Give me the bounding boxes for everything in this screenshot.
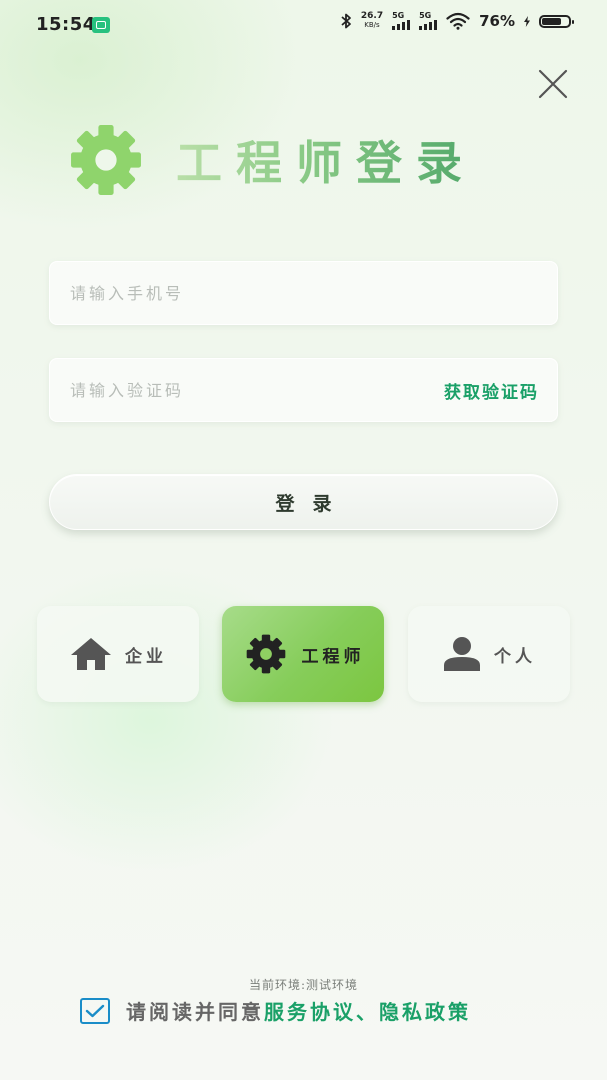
signal-icon-sim1: 5G: [392, 11, 411, 30]
sim2-label: 5G: [419, 11, 432, 20]
status-icons: 26.7 KB/s 5G 5G 76%: [340, 11, 574, 30]
agreement-checkbox[interactable]: [80, 997, 110, 1024]
person-icon: [444, 637, 480, 671]
network-speed-unit: KB/s: [364, 21, 380, 29]
phone-input[interactable]: [68, 282, 539, 304]
phone-field[interactable]: [49, 261, 558, 325]
network-speed-value: 26.7: [360, 11, 384, 21]
status-time: 15:54: [36, 14, 96, 35]
gear-icon: [246, 634, 285, 674]
charging-icon: [524, 15, 530, 27]
wifi-icon: [446, 12, 470, 30]
role-tab-engineer[interactable]: 工程师: [222, 606, 384, 702]
agreement-text: 请阅读并同意服务协议、隐私政策: [126, 996, 471, 1025]
home-icon: [71, 638, 111, 670]
role-tab-company[interactable]: 企业: [37, 606, 199, 702]
network-speed: 26.7 KB/s: [361, 12, 383, 30]
checkmark-icon: [85, 1004, 105, 1017]
battery-percent: 76%: [479, 12, 515, 30]
get-code-button[interactable]: 获取验证码: [444, 378, 539, 403]
login-button[interactable]: 登录: [49, 474, 558, 530]
battery-level: [542, 17, 562, 25]
role-engineer-label: 工程师: [301, 646, 365, 667]
role-tab-personal[interactable]: 个人: [408, 606, 570, 702]
notification-icon: [92, 17, 110, 33]
sim1-label: 5G: [392, 11, 405, 20]
environment-label: 当前环境:测试环境: [248, 978, 359, 992]
role-personal-label: 个人: [494, 646, 536, 667]
code-field[interactable]: 获取验证码: [49, 358, 558, 422]
page-title: 工程师登录: [176, 127, 476, 193]
role-company-label: 企业: [125, 646, 167, 667]
close-icon[interactable]: [535, 66, 571, 102]
signal-icon-sim2: 5G: [419, 11, 438, 30]
status-bar: 15:54 26.7 KB/s 5G 5G 76%: [0, 0, 607, 52]
gear-icon: [71, 125, 141, 195]
verification-code-input[interactable]: [68, 379, 444, 401]
agreement-row: 请阅读并同意服务协议、隐私政策: [80, 996, 471, 1025]
bluetooth-icon: [341, 13, 351, 29]
agreement-links[interactable]: 服务协议、隐私政策: [264, 1000, 471, 1024]
agreement-prefix: 请阅读并同意: [126, 1000, 264, 1024]
title-row: 工程师登录: [60, 120, 550, 200]
battery-icon: [539, 14, 574, 28]
